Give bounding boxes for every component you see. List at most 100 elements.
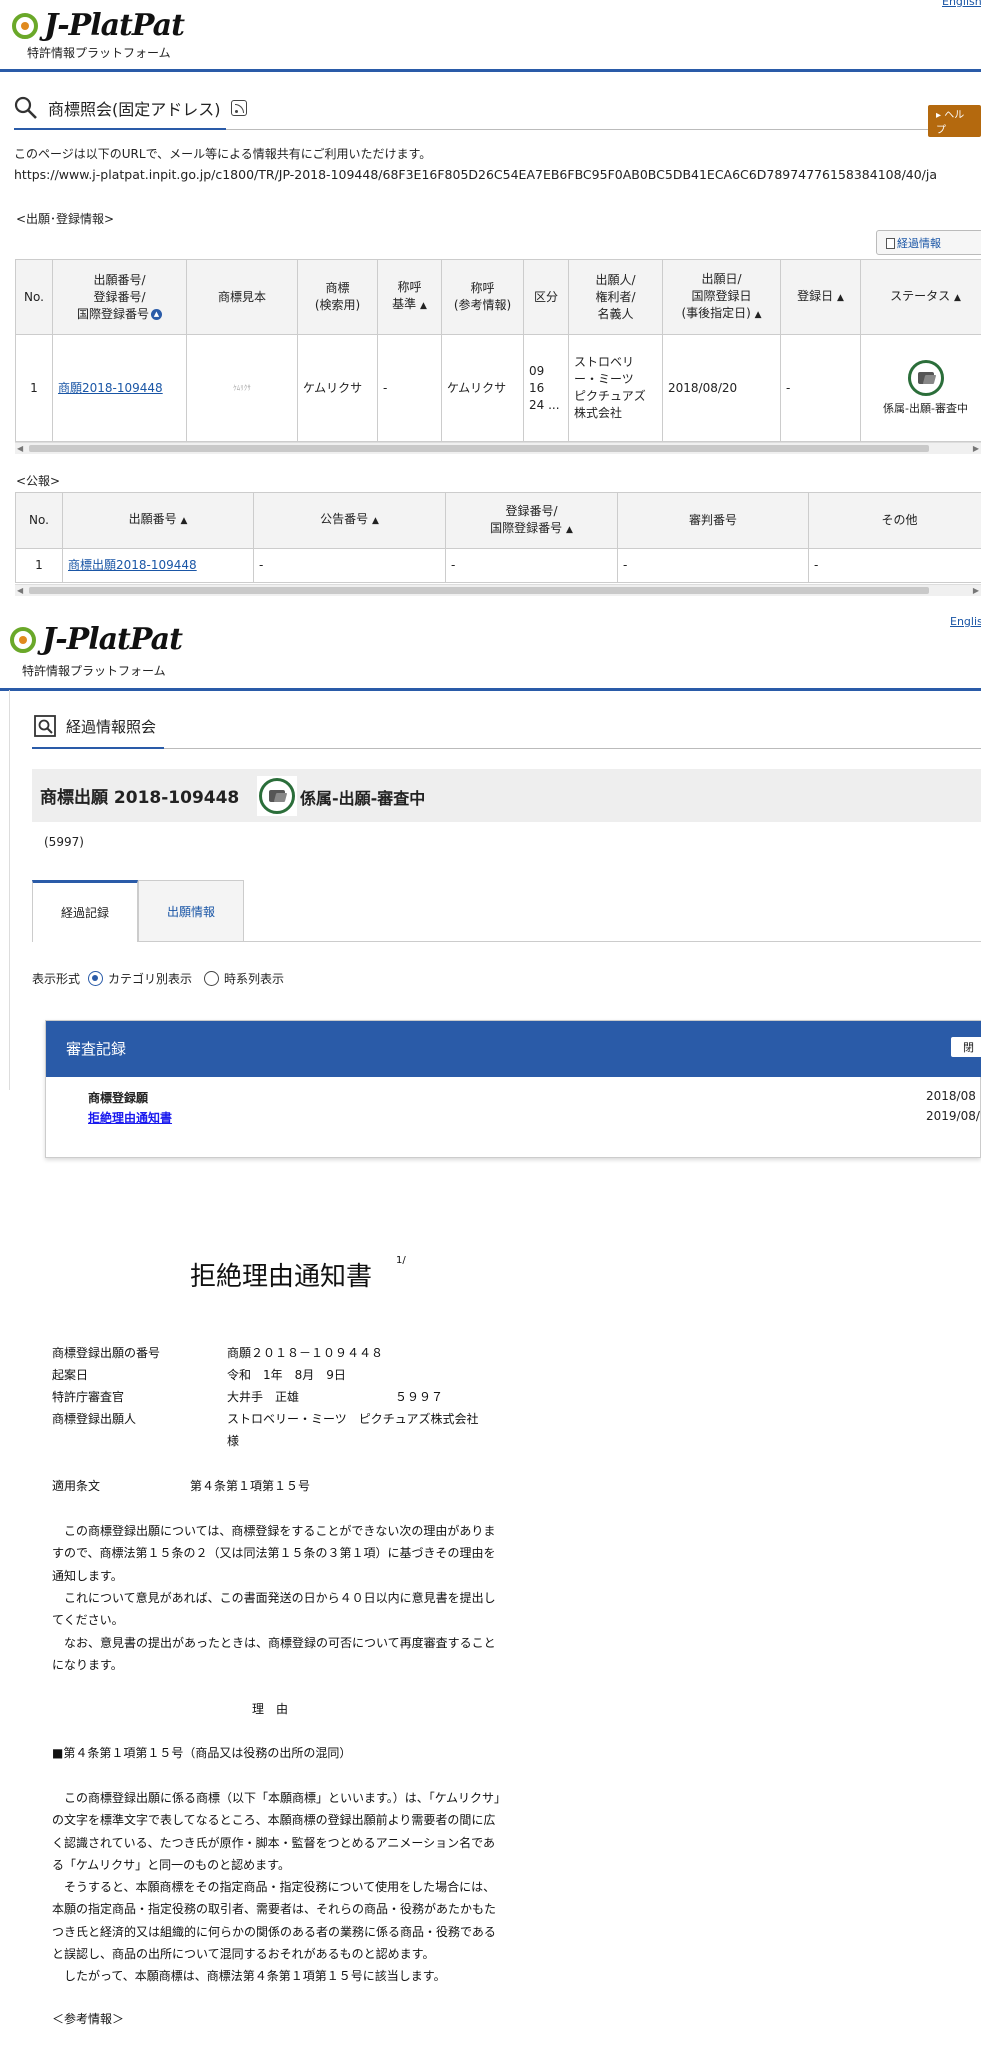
fixed-url[interactable]: https://www.j-platpat.inpit.go.jp/c1800/… bbox=[14, 167, 937, 182]
radio-chronological[interactable] bbox=[204, 971, 220, 986]
app-date: 2018/08/20 bbox=[662, 334, 781, 442]
radio-category-label[interactable]: カテゴリ別表示 bbox=[108, 970, 192, 987]
applicant: ストロベリ ー・ミーツ ピクチュアズ 株式会社 bbox=[568, 334, 663, 442]
header-divider bbox=[0, 688, 981, 691]
table-row: 1 商標出願2018-109448 - - - - bbox=[15, 548, 981, 583]
radio-category[interactable] bbox=[88, 971, 104, 986]
tab-bar: 経過記録 出願情報 bbox=[32, 880, 244, 942]
scroll-left-icon[interactable]: ◀ bbox=[17, 443, 23, 454]
header-divider bbox=[0, 69, 981, 72]
record-date: 2019/08/ bbox=[926, 1109, 980, 1123]
col-status[interactable]: ステータス ▲ bbox=[860, 259, 981, 335]
sort-icon[interactable]: ▲ bbox=[755, 310, 762, 320]
pub-number: - bbox=[253, 548, 446, 583]
sort-icon[interactable]: ▲ bbox=[372, 516, 379, 526]
trademark-text: ケムリクサ bbox=[297, 334, 378, 442]
english-link[interactable]: Englis bbox=[950, 615, 981, 628]
logo-text: J-PlatPat bbox=[42, 622, 183, 657]
app-number-link[interactable]: 商願2018-109448 bbox=[58, 381, 163, 395]
tab-label: 経過記録 bbox=[60, 906, 109, 920]
exam-record-panel: 審査記録 閉 商標登録願 2018/08 拒絶理由通知書 2019/08/ bbox=[45, 1020, 981, 1158]
progress-info-button[interactable]: 経過情報 bbox=[876, 230, 981, 255]
applied-article-label: 適用条文 bbox=[52, 1479, 101, 1493]
row-no: 1 bbox=[15, 334, 53, 442]
col-app-number[interactable]: 出願番号 ▲ bbox=[62, 492, 254, 549]
record-name: 商標登録願 bbox=[88, 1091, 149, 1105]
logo-mark-icon bbox=[10, 626, 36, 653]
title-underline-accent bbox=[14, 128, 226, 130]
page-title: 経過情報照会 bbox=[66, 717, 157, 736]
horizontal-scrollbar[interactable]: ◀ ▶ bbox=[15, 584, 981, 596]
display-mode-group: 表示形式 カテゴリ別表示 時系列表示 bbox=[32, 970, 284, 987]
reading-basis: - bbox=[377, 334, 442, 442]
english-link[interactable]: English bbox=[942, 0, 981, 8]
scrollbar-thumb[interactable] bbox=[29, 587, 929, 594]
reference-info-label: ＜参考情報＞ bbox=[52, 2012, 125, 2026]
table-row: 1 商願2018-109448 ｹﾑﾘｸｻ ケムリクサ - ケムリクサ 09 1… bbox=[15, 334, 981, 442]
sort-icon[interactable]: ▲ bbox=[954, 293, 961, 303]
trademark-sample: ｹﾑﾘｸｻ bbox=[186, 334, 298, 442]
sort-icon[interactable]: ▲ bbox=[420, 301, 427, 311]
rss-icon[interactable] bbox=[230, 100, 247, 116]
scroll-right-icon[interactable]: ▶ bbox=[973, 585, 979, 596]
scrollbar-thumb[interactable] bbox=[29, 445, 929, 452]
reason-paragraph: この商標登録出願に係る商標（以下「本願商標」といいます。）は、「ケムリクサ」の文… bbox=[52, 1791, 500, 1872]
rejection-notice-link[interactable]: 拒絶理由通知書 bbox=[88, 1109, 172, 1126]
title-underline bbox=[32, 748, 981, 749]
trial-number: - bbox=[617, 548, 809, 583]
field-label: 商標登録出願人 bbox=[52, 1412, 137, 1426]
field-value: 商願２０１８－１０９４４８ bbox=[227, 1346, 384, 1360]
col-no: No. bbox=[15, 492, 63, 549]
col-reading-basis[interactable]: 称呼 基準 ▲ bbox=[377, 259, 442, 335]
sort-icon[interactable]: ▲ bbox=[566, 525, 573, 535]
class-list: 09 16 24 ... bbox=[523, 334, 569, 442]
status-text: 係属-出願-審査中 bbox=[883, 401, 968, 415]
scroll-right-icon[interactable]: ▶ bbox=[973, 443, 979, 454]
case-title: 商標出願 2018-109448 bbox=[40, 788, 240, 808]
logo-subtitle: 特許情報プラットフォーム bbox=[22, 664, 166, 678]
col-app-number[interactable]: 出願番号/ 登録番号/ 国際登録番号 ▲ bbox=[52, 259, 187, 335]
jplatpat-logo[interactable]: J-PlatPat bbox=[10, 622, 183, 657]
field-value: 大井手 正雄 ５９９７ bbox=[227, 1390, 444, 1404]
tab-progress-record[interactable]: 経過記録 bbox=[32, 880, 138, 942]
close-button[interactable]: 閉 bbox=[951, 1037, 981, 1057]
jplatpat-logo[interactable]: J-PlatPat bbox=[12, 8, 185, 43]
reg-number: - bbox=[445, 548, 618, 583]
panel-header: 審査記録 閉 bbox=[46, 1021, 981, 1077]
field-label: 起案日 bbox=[52, 1368, 89, 1382]
col-reg-date[interactable]: 登録日 ▲ bbox=[780, 259, 861, 335]
status-folder-icon bbox=[259, 778, 295, 814]
col-trademark: 商標 (検索用) bbox=[297, 259, 378, 335]
sort-icon[interactable]: ▲ bbox=[837, 293, 844, 303]
pub-app-number-link[interactable]: 商標出願2018-109448 bbox=[68, 558, 197, 572]
col-reg-number[interactable]: 登録番号/ 国際登録番号 ▲ bbox=[445, 492, 618, 549]
col-reading: 称呼 (参考情報) bbox=[441, 259, 524, 335]
col-applicant: 出願人/ 権利者/ 名義人 bbox=[568, 259, 663, 335]
col-trial-number: 審判番号 bbox=[617, 492, 809, 549]
sort-asc-icon[interactable]: ▲ bbox=[151, 308, 162, 320]
col-sample: 商標見本 bbox=[186, 259, 298, 335]
radio-chronological-label[interactable]: 時系列表示 bbox=[224, 970, 284, 987]
progress-info-page: J-PlatPat 特許情報プラットフォーム Englis 経過情報照会 商標出… bbox=[0, 610, 981, 1178]
case-status: 係属-出願-審査中 bbox=[300, 789, 426, 808]
help-button[interactable]: ▸ ヘルプ bbox=[928, 105, 981, 137]
logo-text: J-PlatPat bbox=[44, 8, 185, 43]
intro-paragraph: この商標登録出願については、商標登録をすることができない次の理由がありますので、… bbox=[52, 1524, 496, 1583]
reading: ケムリクサ bbox=[441, 334, 524, 442]
tab-label: 出願情報 bbox=[166, 904, 215, 919]
title-underline-accent bbox=[32, 747, 164, 749]
rejection-notice-document: 1/ 拒絶理由通知書 商標登録出願の番号 商願２０１８－１０９４４８ 起案日 令… bbox=[0, 1178, 981, 2048]
sort-icon[interactable]: ▲ bbox=[180, 516, 187, 526]
field-value: ストロベリー・ミーツ ピクチュアズ株式会社 bbox=[227, 1412, 479, 1426]
col-pub-number[interactable]: 公告番号 ▲ bbox=[253, 492, 446, 549]
scroll-left-icon[interactable]: ◀ bbox=[17, 585, 23, 596]
publication-table: No. 出願番号 ▲ 公告番号 ▲ 登録番号/ 国際登録番号 ▲ 審判番号 その… bbox=[15, 492, 981, 583]
reason-heading: 理 由 bbox=[252, 1702, 289, 1716]
panel-title: 審査記録 bbox=[66, 1040, 127, 1058]
col-app-date[interactable]: 出願日/ 国際登録日 (事後指定日) ▲ bbox=[662, 259, 781, 335]
horizontal-scrollbar[interactable]: ◀ ▶ bbox=[15, 442, 981, 454]
search-document-icon bbox=[34, 715, 56, 737]
application-table: No. 出願番号/ 登録番号/ 国際登録番号 ▲ 商標見本 商標 (検索用) 称呼… bbox=[15, 259, 981, 442]
tab-application-info[interactable]: 出願情報 bbox=[138, 880, 244, 942]
share-note: このページは以下のURLで、メール等による情報共有にご利用いただけます。 bbox=[14, 147, 432, 161]
